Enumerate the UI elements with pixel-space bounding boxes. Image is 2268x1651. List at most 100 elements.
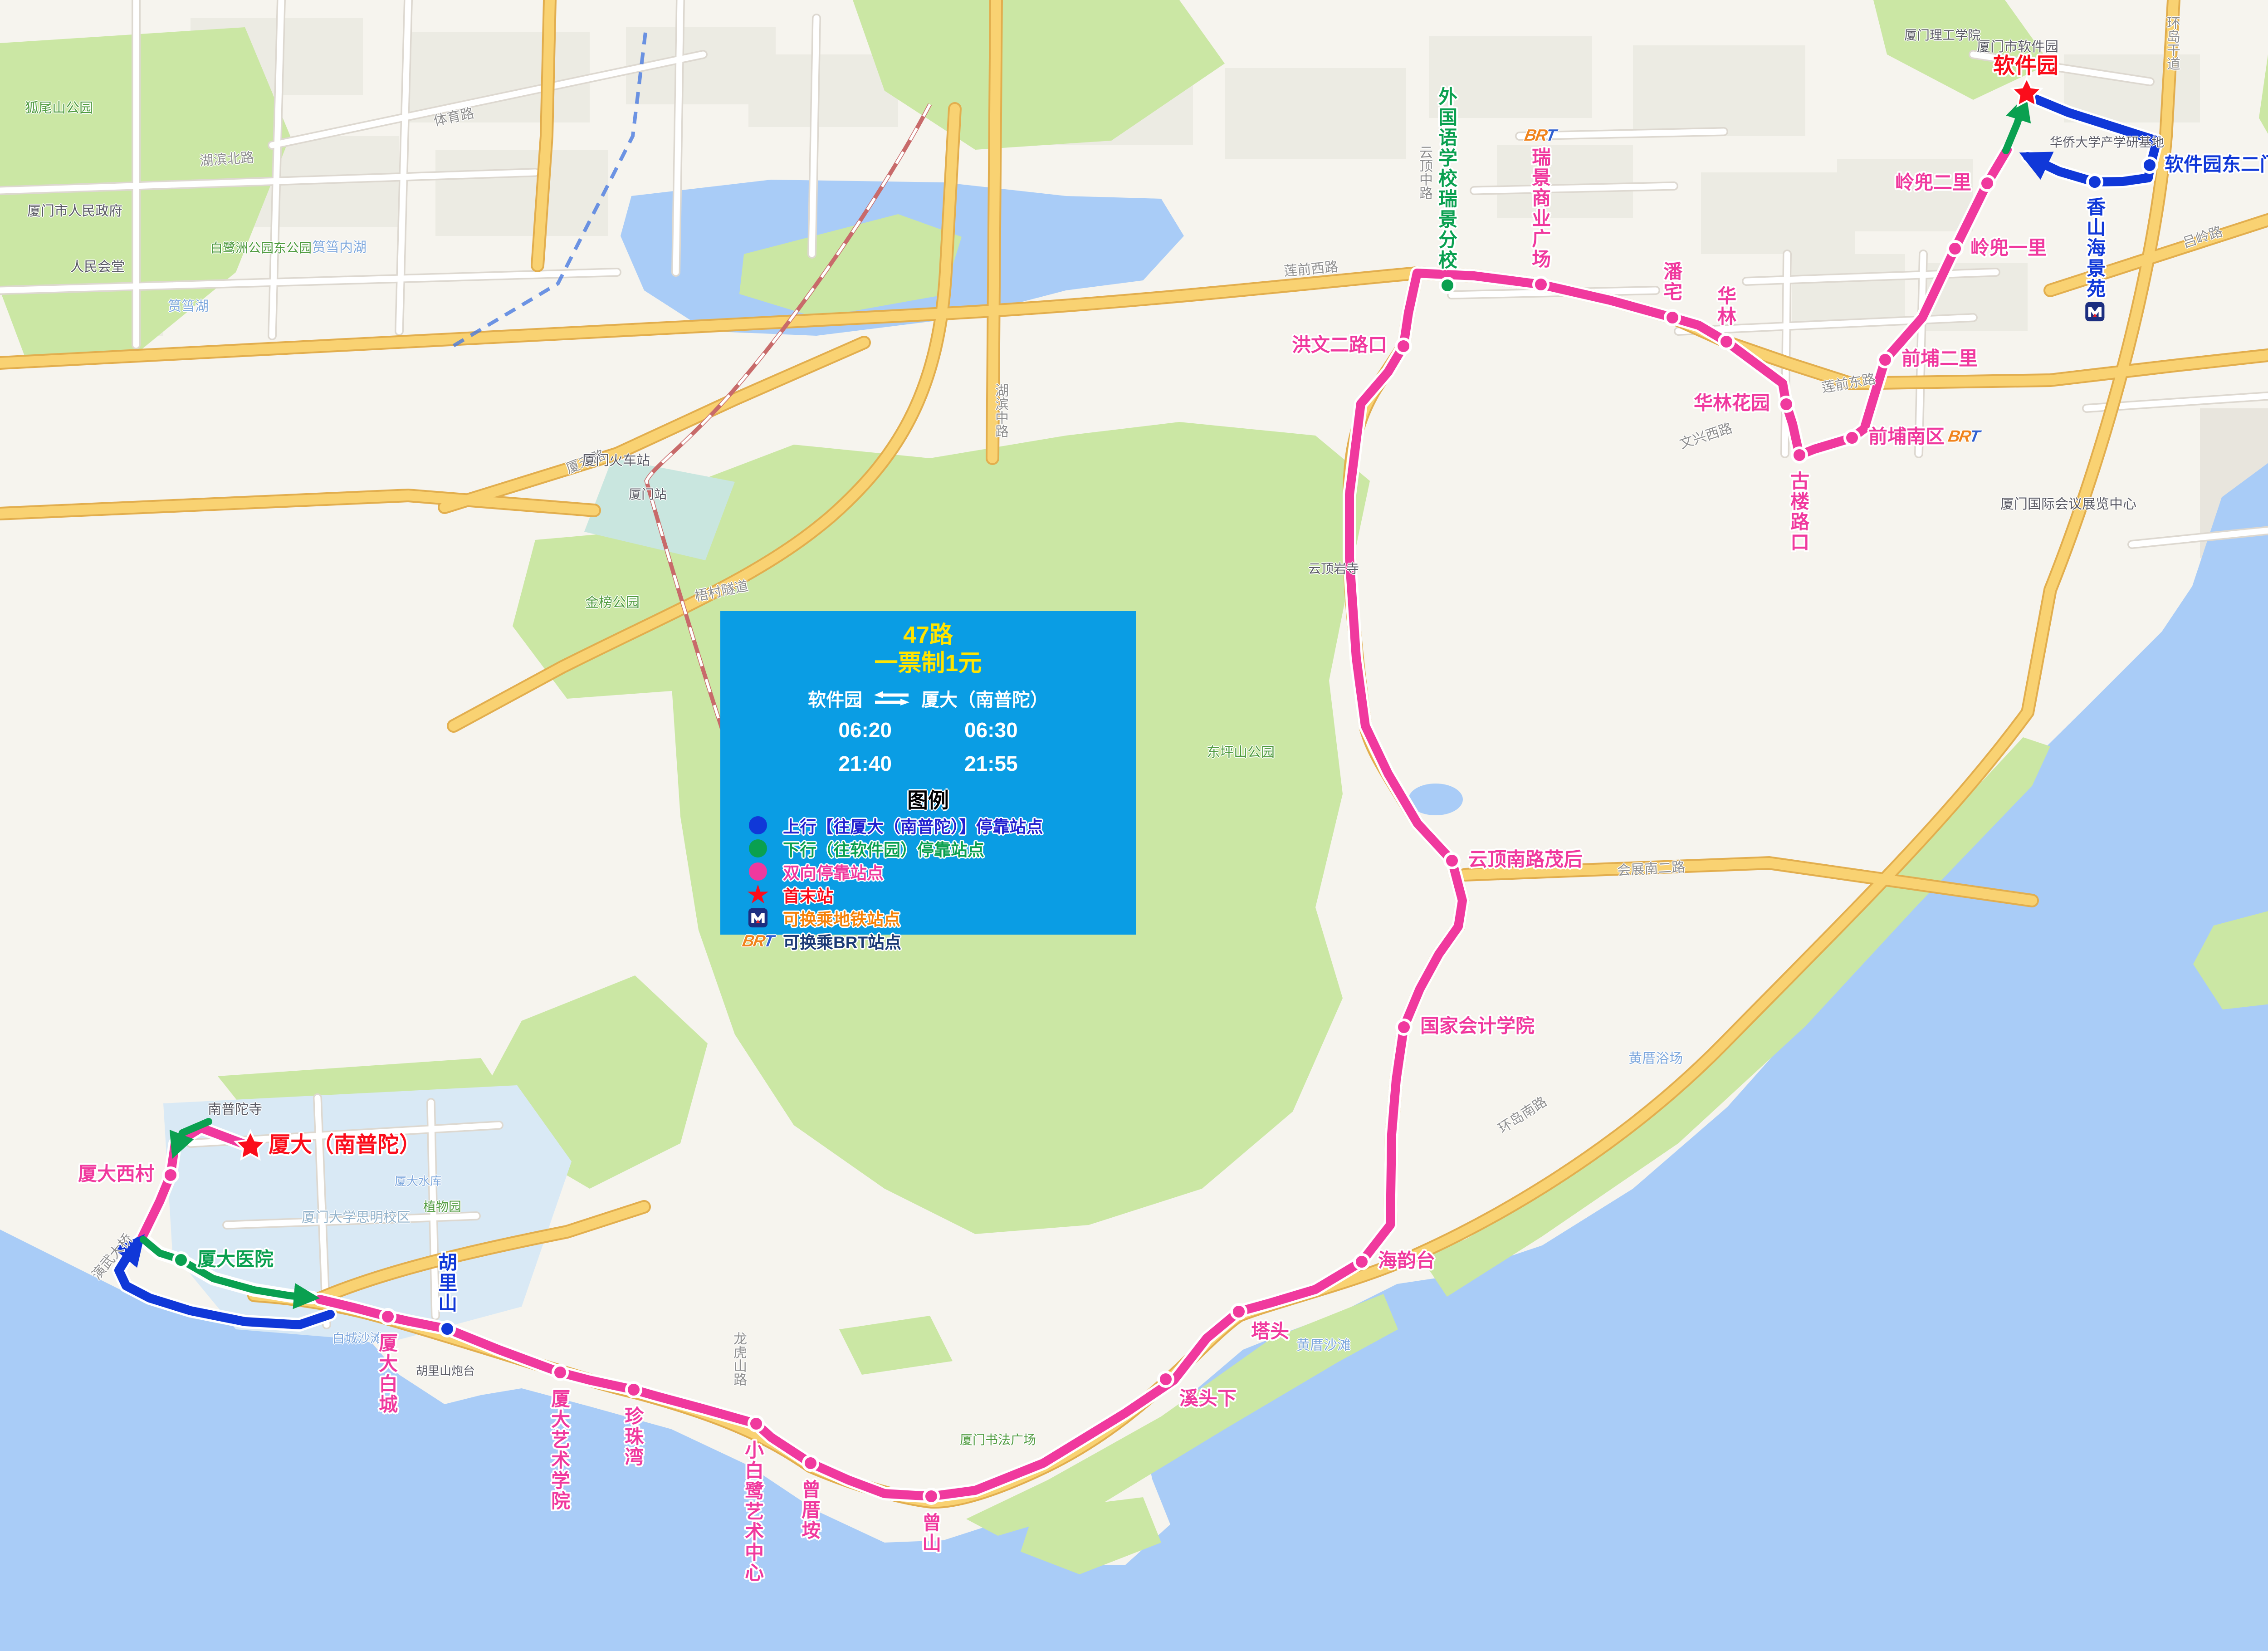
station-label[interactable]: 华林 <box>1715 286 1735 327</box>
station-label[interactable]: 洪文二路口 <box>1292 334 1387 355</box>
schedule: 06:20 21:40 06:30 21:55 <box>720 718 1136 776</box>
station-label[interactable]: 潘宅 <box>1661 261 1681 302</box>
route-number: 47路 <box>720 621 1136 649</box>
station-dot-both[interactable] <box>381 1309 395 1324</box>
station-name: 软件园东二门 <box>2165 154 2268 174</box>
station-label[interactable]: 软件园 <box>1993 54 2058 78</box>
station-dot-both[interactable] <box>1845 431 1859 445</box>
station-dot-down[interactable] <box>174 1253 188 1267</box>
station-label[interactable]: 岭兜一里 <box>1970 237 2047 258</box>
brt-icon: BRT <box>741 931 775 950</box>
station-dot-up[interactable] <box>440 1322 455 1336</box>
legend-label: 上行【往厦大（南普陀）】停靠站点 <box>783 813 1043 838</box>
station-label[interactable]: 曾厝垵 <box>799 1480 820 1541</box>
station-label[interactable]: 厦大西村 <box>78 1163 154 1184</box>
station-dot-both[interactable] <box>1948 241 1962 256</box>
station-label[interactable]: 华林花园 <box>1694 392 1770 413</box>
station-dot-both[interactable] <box>1665 310 1680 325</box>
legend-row-brt: BRT 可换乘BRT站点 <box>720 930 1136 953</box>
station-dot-both[interactable] <box>1534 277 1548 292</box>
station-label[interactable]: 胡里山 <box>436 1252 456 1313</box>
legend-label: 可换乘BRT站点 <box>783 929 901 953</box>
station-name: 小白鹭艺术中心 <box>743 1440 763 1583</box>
station-label[interactable]: BRT瑞景商业广场 <box>1525 127 1555 269</box>
map-label: 金榜公园 <box>585 591 640 611</box>
station-dot-both[interactable] <box>803 1456 818 1470</box>
legend-row-metro: 可换乘地铁站点 <box>720 906 1136 930</box>
map-label: 厦门市软件园 <box>1977 35 2058 55</box>
map-label: 狐尾山公园 <box>25 97 93 117</box>
brt-icon: BRT <box>1523 127 1557 144</box>
legend-row-both: 双向停靠站点 <box>720 860 1136 883</box>
station-dot-down[interactable] <box>1440 278 1455 293</box>
station-dot-up[interactable] <box>2087 175 2102 189</box>
station-name: 华林 <box>1715 286 1735 327</box>
station-name: 曾山 <box>920 1513 940 1553</box>
station-label[interactable]: 岭兜二里 <box>1895 172 1971 192</box>
left-first-bus: 06:20 <box>838 718 892 742</box>
station-dot-both[interactable] <box>1878 353 1892 367</box>
map-stage[interactable]: 湖滨北路湖滨中路体育路厦禾路梧村隧道莲前西路莲前东路云顶中路环岛干道环岛东路吕岭… <box>0 0 2268 1651</box>
map-label: 东坪山公园 <box>1207 741 1275 761</box>
both-directions-stop-icon <box>744 862 772 881</box>
map-label: 厦门市人民政府 <box>27 200 122 220</box>
station-label[interactable]: 小白鹭艺术中心 <box>743 1440 763 1583</box>
map-label: 厦门国际会议展览中心 <box>2000 493 2136 513</box>
station-label[interactable]: 软件园东二门 <box>2165 154 2268 174</box>
station-dot-both[interactable] <box>1397 1020 1411 1034</box>
map-label: 白鹭洲公园东公园 <box>210 238 312 256</box>
station-name: 厦大（南普陀） <box>269 1133 421 1157</box>
station-dot-up[interactable] <box>2142 158 2157 172</box>
station-dot-both[interactable] <box>1354 1254 1369 1269</box>
station-dot-both[interactable] <box>1445 853 1459 868</box>
map-label: 植物园 <box>423 1197 461 1215</box>
station-dot-both[interactable] <box>553 1365 567 1380</box>
station-label[interactable]: 曾山 <box>920 1513 940 1553</box>
map-label: 黄厝浴场 <box>1628 1047 1683 1067</box>
station-label[interactable]: 厦大白城 <box>376 1333 397 1415</box>
station-name: 外国语学校瑞景分校 <box>1436 87 1457 270</box>
station-name: 厦大西村 <box>78 1163 154 1184</box>
map-label: 厦门书法广场 <box>960 1430 1036 1448</box>
station-label[interactable]: 香山海景苑 <box>2084 197 2105 322</box>
station-label[interactable]: 云顶南路茂后 <box>1468 849 1583 869</box>
map-label: 湖滨北路 <box>199 146 255 170</box>
left-last-bus: 21:40 <box>838 751 892 776</box>
station-dot-both[interactable] <box>1396 339 1411 353</box>
station-dot-both[interactable] <box>1158 1372 1173 1386</box>
station-name: 塔头 <box>1251 1321 1289 1341</box>
downbound-stop-icon <box>744 839 772 857</box>
station-label[interactable]: 海韵台 <box>1378 1250 1435 1270</box>
station-name: 岭兜二里 <box>1895 172 1971 192</box>
map-label: 云顶岩寺 <box>1308 559 1359 577</box>
station-label[interactable]: 溪头下 <box>1179 1388 1237 1408</box>
map-label: 云顶中路 <box>1414 145 1434 200</box>
station-dot-both[interactable] <box>1232 1304 1246 1319</box>
station-dot-both[interactable] <box>1980 176 1994 191</box>
station-label[interactable]: 前埔南区BRT <box>1868 426 1979 446</box>
map-label: 人民会堂 <box>70 255 125 275</box>
brt-icon: BRT <box>744 931 772 950</box>
station-label[interactable]: 厦大（南普陀） <box>269 1133 421 1157</box>
station-label[interactable]: 珍珠湾 <box>622 1406 643 1467</box>
station-label[interactable]: 古楼路口 <box>1788 471 1809 553</box>
station-label[interactable]: 国家会计学院 <box>1420 1015 1535 1036</box>
station-dot-both[interactable] <box>1779 397 1794 412</box>
station-label[interactable]: 前埔二里 <box>1901 348 1978 368</box>
metro-icon <box>2085 302 2105 322</box>
station-label[interactable]: 厦大艺术学院 <box>549 1389 569 1511</box>
station-dot-both[interactable] <box>1792 448 1807 462</box>
station-label[interactable]: 外国语学校瑞景分校 <box>1436 87 1457 270</box>
station-dot-both[interactable] <box>1719 334 1734 349</box>
station-dot-both[interactable] <box>924 1489 938 1504</box>
station-label[interactable]: 厦大医院 <box>197 1249 274 1269</box>
station-name: 胡里山 <box>436 1252 456 1313</box>
station-label[interactable]: 塔头 <box>1251 1321 1289 1341</box>
station-name: 前埔二里 <box>1901 348 1978 368</box>
station-dot-both[interactable] <box>163 1168 178 1182</box>
station-dot-both[interactable] <box>749 1416 763 1431</box>
station-dot-both[interactable] <box>626 1382 641 1397</box>
map-label: 湖滨中路 <box>990 383 1010 438</box>
map-label: 胡里山炮台 <box>416 1362 475 1379</box>
route-terminals: 软件园 厦大（南普陀） <box>720 685 1136 711</box>
